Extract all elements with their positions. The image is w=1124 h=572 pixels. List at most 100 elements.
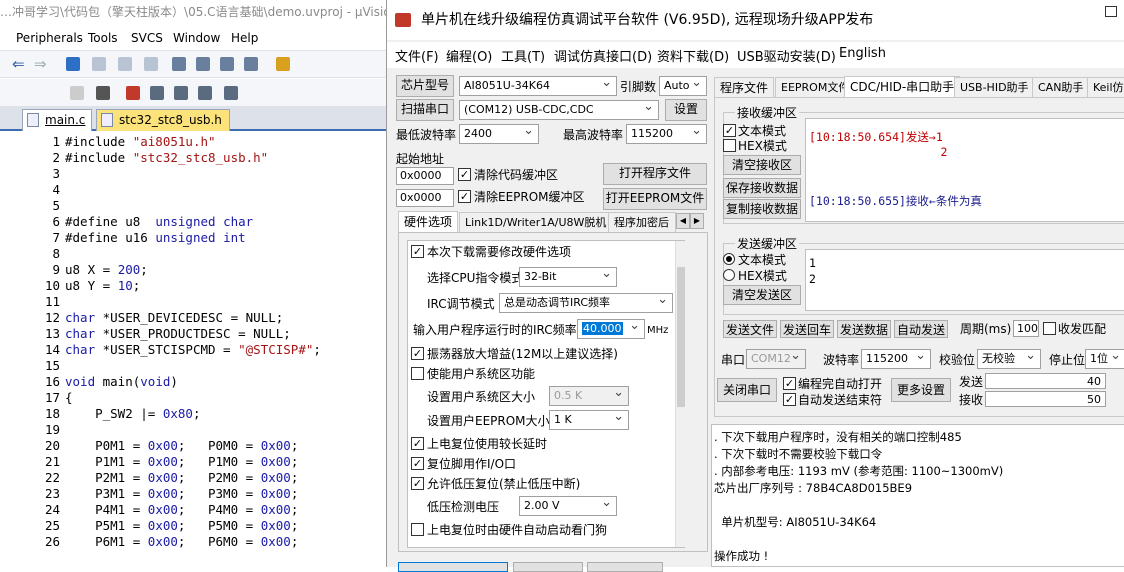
dropdown-icon[interactable] xyxy=(70,86,84,100)
irc-freq-input[interactable]: 40.000 xyxy=(577,319,645,339)
scan-port-button[interactable]: 扫描串口 xyxy=(396,99,454,121)
open-program-button[interactable]: 打开程序文件 xyxy=(603,163,707,185)
tab-scroll-right-icon[interactable]: ▶ xyxy=(690,213,704,229)
cpu-mode-select[interactable]: 32-Bit xyxy=(519,267,617,287)
clear-receive-button[interactable]: 清空接收区 xyxy=(723,155,801,175)
min-baud-select[interactable]: 2400 xyxy=(459,124,539,144)
eeprom-address-input[interactable]: 0x0000 xyxy=(396,189,454,207)
next-bookmark-icon[interactable] xyxy=(118,57,132,71)
back-icon[interactable]: ⇐ xyxy=(12,55,25,73)
tab-stc32-usb-h[interactable]: stc32_stc8_usb.h xyxy=(96,109,230,131)
auto-open-checkbox[interactable]: ✓ xyxy=(783,377,796,390)
port-com-select[interactable]: COM12 xyxy=(746,349,806,369)
unindent-icon[interactable] xyxy=(196,57,210,71)
copy-receive-button[interactable]: 复制接收数据 xyxy=(723,199,801,219)
tab-encryption[interactable]: 程序加密后 xyxy=(608,212,676,233)
close-port-button[interactable]: 关闭串口 xyxy=(717,378,777,402)
send-textarea[interactable]: 1 2 xyxy=(805,249,1124,311)
code-address-input[interactable]: 0x0000 xyxy=(396,167,454,185)
auto-send-button[interactable]: 自动发送 xyxy=(894,320,948,338)
rx-text-mode-checkbox[interactable]: ✓ xyxy=(723,124,736,137)
menu-tools[interactable]: Tools xyxy=(88,31,118,45)
clear-send-button[interactable]: 清空发送区 xyxy=(723,285,801,305)
menu-program[interactable]: 编程(O) xyxy=(446,46,492,65)
stop-bits-select[interactable]: 1位 xyxy=(1085,349,1124,369)
watchdog-checkbox[interactable] xyxy=(411,523,424,536)
parity-select[interactable]: 无校验 xyxy=(977,349,1041,369)
download-button[interactable] xyxy=(398,562,508,572)
redownload-button[interactable] xyxy=(587,562,663,572)
irc-mode-select[interactable]: 总是动态调节IRC频率 xyxy=(499,293,673,313)
clear-code-checkbox[interactable]: ✓ xyxy=(458,168,471,181)
tab-offline-programmer[interactable]: Link1D/Writer1A/U8W脱机 xyxy=(459,212,613,233)
clear-bookmarks-icon[interactable] xyxy=(144,57,158,71)
prev-bookmark-icon[interactable] xyxy=(92,57,106,71)
tx-hex-mode-radio[interactable] xyxy=(723,269,735,281)
auto-end-checkbox[interactable]: ✓ xyxy=(783,393,796,406)
reset-delay-checkbox[interactable]: ✓ xyxy=(411,437,424,450)
options-scrollbar[interactable] xyxy=(675,241,685,547)
tab-scroll-left-icon[interactable]: ◀ xyxy=(676,213,690,229)
chip-model-select[interactable]: AI8051U-34K64 xyxy=(459,76,617,96)
max-baud-select[interactable]: 115200 xyxy=(626,124,707,144)
tab-hardware-options[interactable]: 硬件选项 xyxy=(398,211,459,233)
clear-eeprom-checkbox[interactable]: ✓ xyxy=(458,190,471,203)
system-area-checkbox[interactable] xyxy=(411,367,424,380)
menu-downloads[interactable]: 资料下载(D) xyxy=(657,46,729,65)
menu-window[interactable]: Window xyxy=(173,31,220,45)
chip-model-button[interactable]: 芯片型号 xyxy=(396,75,454,97)
match-checkbox[interactable] xyxy=(1043,322,1056,335)
menu-help[interactable]: Help xyxy=(231,31,258,45)
uncomment-icon[interactable] xyxy=(244,57,258,71)
tab-main-c[interactable]: main.c xyxy=(22,109,92,131)
rx-hex-mode-checkbox[interactable] xyxy=(723,139,736,152)
port-select[interactable]: (COM12) USB-CDC,CDC xyxy=(459,100,659,120)
tab-program-file[interactable]: 程序文件 xyxy=(714,77,775,98)
low-voltage-reset-checkbox[interactable]: ✓ xyxy=(411,477,424,490)
output-log[interactable]: . 下次下载用户程序时，没有相关的端口控制485 . 下次下载时不需要校验下载口令… xyxy=(711,424,1124,567)
eeprom-size-select[interactable]: 1 K xyxy=(549,410,629,430)
tab-can-assistant[interactable]: CAN助手 xyxy=(1032,77,1090,98)
manage-icon[interactable] xyxy=(150,86,164,100)
menu-tools[interactable]: 工具(T) xyxy=(501,46,545,65)
bookmark-icon[interactable] xyxy=(66,57,80,71)
menu-file[interactable]: 文件(F) xyxy=(395,46,439,65)
scrollbar-thumb[interactable] xyxy=(677,267,685,407)
reset-pin-io-checkbox[interactable]: ✓ xyxy=(411,457,424,470)
baud-select[interactable]: 115200 xyxy=(861,349,931,369)
more-settings-button[interactable]: 更多设置 xyxy=(891,378,951,402)
code-editor[interactable]: 1 #include "ai8051u.h" 2 #include "stc32_st… xyxy=(0,131,386,567)
pins-select[interactable]: Auto xyxy=(659,76,707,96)
maximize-icon[interactable] xyxy=(1105,6,1117,17)
comment-icon[interactable] xyxy=(220,57,234,71)
system-area-size-select[interactable]: 0.5 K xyxy=(549,386,629,406)
stop-button[interactable] xyxy=(513,562,583,572)
period-input[interactable]: 100 xyxy=(1013,320,1039,337)
settings-button[interactable]: 设置 xyxy=(665,99,707,121)
lvd-select[interactable]: 2.00 V xyxy=(519,496,617,516)
tab-usb-hid-assistant[interactable]: USB-HID助手 xyxy=(954,77,1035,98)
open-eeprom-button[interactable]: 打开EEPROM文件 xyxy=(603,188,707,210)
send-file-button[interactable]: 发送文件 xyxy=(723,320,777,338)
tab-keil-debug[interactable]: Keil仿 xyxy=(1087,77,1124,98)
osc-gain-checkbox[interactable]: ✓ xyxy=(411,347,424,360)
modify-hw-checkbox[interactable]: ✓ xyxy=(411,245,424,258)
configure-icon[interactable] xyxy=(126,86,140,100)
diamond-icon[interactable] xyxy=(174,86,188,100)
tx-text-mode-radio[interactable] xyxy=(723,253,735,265)
send-enter-button[interactable]: 发送回车 xyxy=(780,320,834,338)
menu-svcs[interactable]: SVCS xyxy=(131,31,163,45)
menu-debug[interactable]: 调试仿真接口(D) xyxy=(554,46,652,65)
magic-wand-icon[interactable] xyxy=(96,86,110,100)
indent-icon[interactable] xyxy=(172,57,186,71)
save-receive-button[interactable]: 保存接收数据 xyxy=(723,178,801,198)
menu-usb-driver[interactable]: USB驱动安装(D) xyxy=(737,46,836,65)
find-in-files-icon[interactable] xyxy=(276,57,290,71)
forward-icon[interactable]: ⇒ xyxy=(34,55,47,73)
receive-textarea[interactable]: [10:18:50.654]发送→1 2 [10:18:50.655]接收←条件… xyxy=(805,118,1124,222)
tab-serial-assistant[interactable]: CDC/HID-串口助手 xyxy=(844,76,961,98)
components-icon[interactable] xyxy=(198,86,212,100)
menu-english[interactable]: English xyxy=(839,46,886,61)
send-data-button[interactable]: 发送数据 xyxy=(837,320,891,338)
books-icon[interactable] xyxy=(224,86,238,100)
